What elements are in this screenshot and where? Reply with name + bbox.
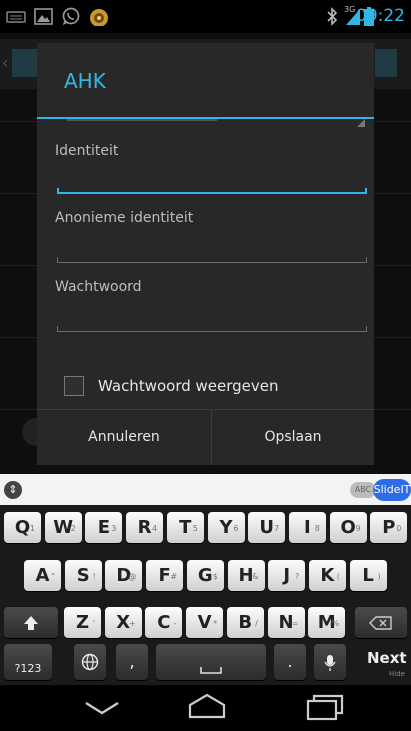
whatsapp-icon xyxy=(62,7,80,25)
suggestion-toggle-icon[interactable]: ⇕ xyxy=(4,481,22,499)
slideit-badge[interactable]: SlideIT xyxy=(373,479,411,501)
key-z[interactable]: Z ' xyxy=(64,607,101,638)
language-key[interactable] xyxy=(74,644,106,680)
key-b[interactable]: B / xyxy=(226,607,264,638)
dialog-title: AHK xyxy=(64,69,106,93)
globe-icon xyxy=(81,653,99,671)
app-icon xyxy=(90,9,108,26)
background-app-icon xyxy=(12,49,38,77)
key-p[interactable]: P0 xyxy=(370,512,408,543)
bluetooth-icon xyxy=(327,7,338,26)
cancel-button[interactable]: Annuleren xyxy=(37,410,211,465)
wifi-config-dialog: AHK Identiteit Anonieme identiteit Wacht… xyxy=(37,43,374,465)
anonymous-identity-label: Anonieme identiteit xyxy=(55,210,194,226)
shift-key[interactable] xyxy=(4,607,58,638)
recents-icon[interactable] xyxy=(306,693,346,721)
key-q[interactable]: Q1 xyxy=(4,512,41,543)
key-h[interactable]: H & xyxy=(227,560,265,591)
keyboard-icon xyxy=(6,11,26,23)
key-y[interactable]: Y6 xyxy=(207,512,245,543)
background-back-icon: ‹ xyxy=(2,53,9,72)
password-underline xyxy=(57,331,367,332)
anonymous-identity-input[interactable] xyxy=(57,235,367,261)
key-m[interactable]: M% xyxy=(308,607,346,638)
period-key[interactable]: . xyxy=(274,644,306,680)
identity-underline xyxy=(57,192,367,194)
key-r[interactable]: R4 xyxy=(126,512,164,543)
key-n[interactable]: N = xyxy=(267,607,305,638)
image-icon xyxy=(34,8,53,25)
key-g[interactable]: G $ xyxy=(186,560,224,591)
key-u[interactable]: U7 xyxy=(248,512,286,543)
key-v[interactable]: V * xyxy=(186,607,224,638)
comma-key[interactable]: , xyxy=(116,644,148,680)
mic-key[interactable] xyxy=(314,644,346,680)
key-o[interactable]: O9 xyxy=(329,512,367,543)
identity-input[interactable] xyxy=(57,168,367,194)
key-i[interactable]: I8 xyxy=(288,512,326,543)
identity-label: Identiteit xyxy=(55,143,119,159)
back-icon[interactable] xyxy=(84,699,120,717)
key-a[interactable]: A " xyxy=(24,560,61,591)
anonymous-identity-underline xyxy=(57,262,367,263)
key-w[interactable]: W2 xyxy=(44,512,82,543)
key-x[interactable]: X + xyxy=(104,607,142,638)
home-icon[interactable] xyxy=(188,693,226,719)
key-k[interactable]: K( xyxy=(308,560,346,591)
symbols-key[interactable]: ?123 xyxy=(4,644,52,680)
backspace-key[interactable] xyxy=(355,607,407,638)
key-f[interactable]: F # xyxy=(146,560,184,591)
password-label: Wachtwoord xyxy=(55,279,142,295)
key-t[interactable]: T5 xyxy=(166,512,204,543)
background-toggle xyxy=(375,49,397,77)
space-key[interactable] xyxy=(156,644,266,680)
key-e[interactable]: E3 xyxy=(85,512,123,543)
show-password-checkbox[interactable] xyxy=(64,376,84,396)
key-d[interactable]: D @ xyxy=(105,560,143,591)
navigation-bar xyxy=(0,685,411,731)
key-c[interactable]: C- xyxy=(145,607,183,638)
status-bar: 3G 09:22 xyxy=(0,0,411,33)
key-j[interactable]: J? xyxy=(268,560,306,591)
show-password-label[interactable]: Wachtwoord weergeven xyxy=(98,377,279,395)
key-l[interactable]: L) xyxy=(349,560,387,591)
mic-icon xyxy=(324,655,336,671)
key-s[interactable]: S! xyxy=(64,560,102,591)
scrolled-spinner[interactable] xyxy=(57,119,367,127)
next-key[interactable]: Next Hide xyxy=(356,644,407,680)
clock: 09:22 xyxy=(356,6,405,26)
save-button[interactable]: Opslaan xyxy=(212,410,374,465)
password-input[interactable] xyxy=(57,305,367,331)
